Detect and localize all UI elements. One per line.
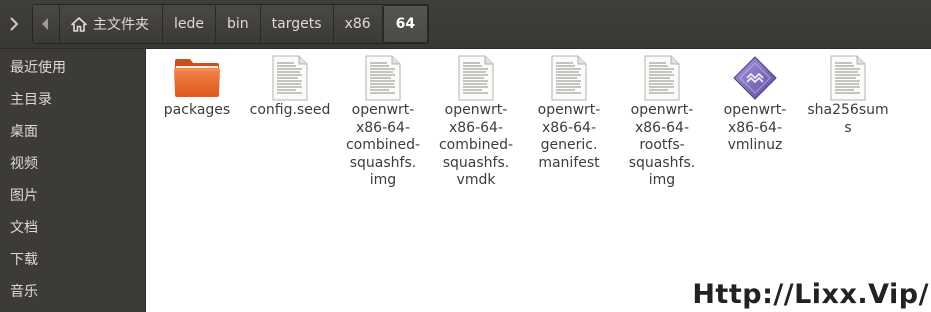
breadcrumb-segment-bin[interactable]: bin (216, 5, 261, 43)
text-file-icon (272, 55, 308, 101)
text-file-icon (551, 55, 587, 101)
sidebar-item-label: 音乐 (10, 284, 38, 300)
file-item-generic-manifest[interactable]: openwrt- x86-64- generic. manifest (523, 49, 615, 172)
text-file-icon (365, 55, 401, 101)
breadcrumb-back-button[interactable] (33, 5, 60, 43)
file-item-rootfs-squashfs-img[interactable]: openwrt- x86-64- rootfs- squashfs. img (616, 49, 708, 190)
breadcrumb-current[interactable]: 64 (382, 5, 429, 43)
sidebar-item-desktop[interactable]: 桌面 (0, 115, 145, 147)
breadcrumb-segment-lede[interactable]: lede (163, 5, 217, 43)
breadcrumb-segment-x86[interactable]: x86 (333, 5, 383, 43)
sidebar-item-label: 视频 (10, 156, 38, 172)
sidebar-item-recent[interactable]: 最近使用 (0, 51, 145, 83)
sidebar-item-music[interactable]: 音乐 (0, 275, 145, 307)
home-icon (71, 16, 87, 32)
folder-icon (174, 59, 220, 97)
binary-file-icon (733, 56, 777, 100)
file-item-combined-squashfs-vmdk[interactable]: openwrt- x86-64- combined- squashfs. vmd… (430, 49, 522, 190)
breadcrumb-segment-label: lede (174, 16, 205, 32)
sidebar-item-label: 下载 (10, 252, 38, 268)
chevron-left-icon (42, 18, 48, 30)
file-name: openwrt- x86-64- generic. manifest (537, 102, 601, 171)
sidebar: 最近使用 主目录 桌面 视频 图片 文档 下载 音乐 (0, 49, 146, 312)
file-manager-window: 主文件夹 lede bin targets x86 64 最近使用 主目录 桌面… (0, 0, 931, 312)
file-name: openwrt- x86-64- combined- squashfs. img (345, 102, 421, 188)
file-item-packages[interactable]: packages (151, 49, 243, 120)
file-item-config-seed[interactable]: config.seed (244, 49, 336, 120)
toolbar: 主文件夹 lede bin targets x86 64 (0, 0, 931, 49)
breadcrumb-current-label: 64 (395, 16, 416, 32)
file-grid: packages config.seed openwrt- x86-64- co… (146, 49, 931, 312)
text-file-icon (830, 55, 866, 101)
breadcrumb-segment-label: bin (227, 16, 249, 32)
breadcrumb-home-label: 主文件夹 (93, 17, 149, 33)
chevron-right-icon (9, 17, 18, 31)
sidebar-toggle-button[interactable] (0, 0, 27, 48)
sidebar-item-label: 主目录 (10, 92, 52, 108)
breadcrumb-home[interactable]: 主文件夹 (60, 5, 163, 43)
sidebar-item-label: 图片 (10, 188, 38, 204)
sidebar-item-videos[interactable]: 视频 (0, 147, 145, 179)
file-name: config.seed (249, 102, 331, 118)
file-item-sha256sums[interactable]: sha256sum s (802, 49, 894, 137)
file-item-combined-squashfs-img[interactable]: openwrt- x86-64- combined- squashfs. img (337, 49, 429, 190)
text-file-icon (458, 55, 494, 101)
sidebar-item-home[interactable]: 主目录 (0, 83, 145, 115)
file-name: sha256sum s (807, 102, 889, 136)
watermark-text: Http://Lixx.Vip/ (692, 279, 929, 310)
breadcrumb-segment-label: targets (271, 16, 322, 32)
sidebar-item-label: 文档 (10, 220, 38, 236)
sidebar-item-pictures[interactable]: 图片 (0, 179, 145, 211)
sidebar-item-label: 最近使用 (10, 60, 66, 76)
breadcrumb: 主文件夹 lede bin targets x86 64 (32, 4, 430, 44)
breadcrumb-segment-label: x86 (344, 16, 371, 32)
sidebar-item-documents[interactable]: 文档 (0, 211, 145, 243)
sidebar-item-label: 桌面 (10, 124, 38, 140)
file-name: openwrt- x86-64- vmlinuz (723, 102, 787, 153)
file-name: openwrt- x86-64- combined- squashfs. vmd… (438, 102, 514, 188)
file-item-vmlinuz[interactable]: openwrt- x86-64- vmlinuz (709, 49, 801, 155)
breadcrumb-segment-targets[interactable]: targets (260, 5, 334, 43)
file-name: openwrt- x86-64- rootfs- squashfs. img (628, 102, 696, 188)
sidebar-item-downloads[interactable]: 下载 (0, 243, 145, 275)
text-file-icon (644, 55, 680, 101)
file-name: packages (163, 102, 231, 118)
